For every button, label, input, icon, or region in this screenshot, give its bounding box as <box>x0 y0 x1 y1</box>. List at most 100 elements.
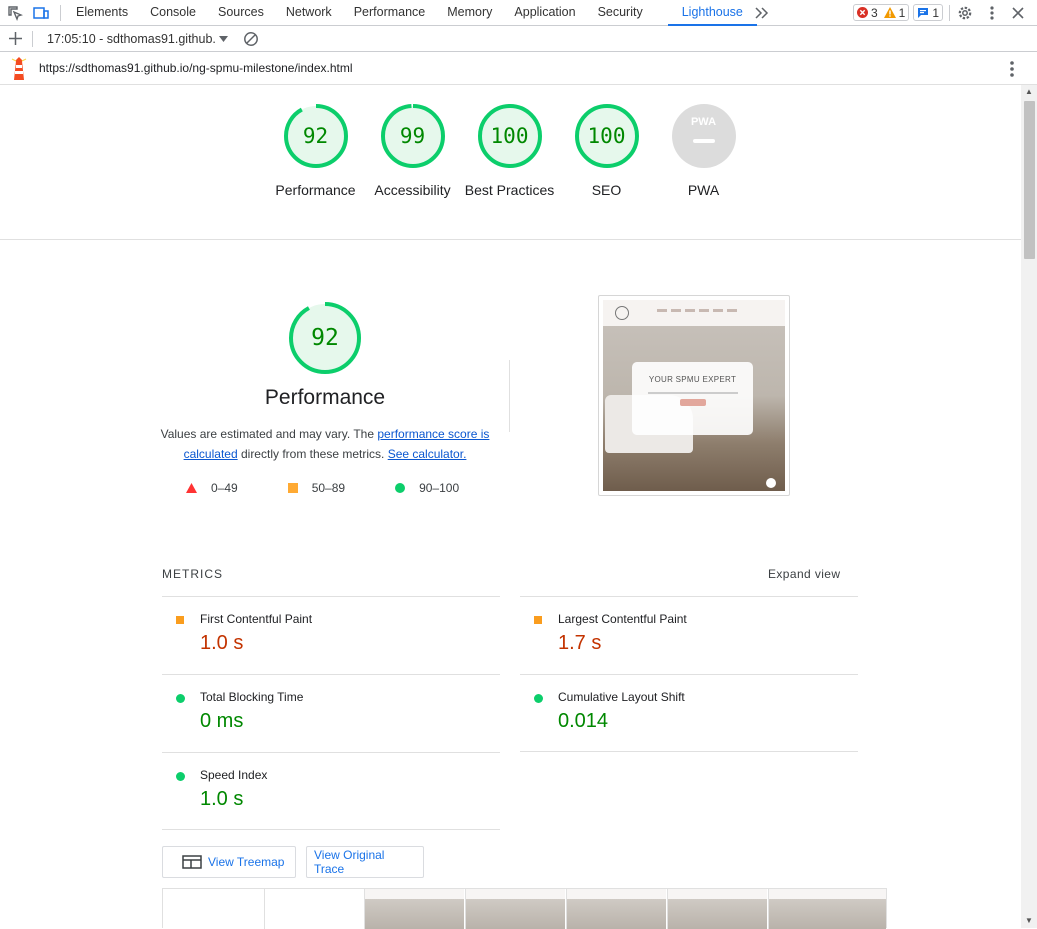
tab-network[interactable]: Network <box>275 0 343 26</box>
tab-elements[interactable]: Elements <box>65 0 139 26</box>
description-text: directly from these metrics. <box>237 447 388 461</box>
triangle-icon <box>186 483 197 493</box>
gauge-performance[interactable]: 92 Performance <box>267 103 364 200</box>
clear-icon[interactable] <box>242 30 260 48</box>
hero-card-title: YOUR SPMU EXPERT <box>648 375 737 384</box>
view-original-trace-button[interactable]: View Original Trace <box>306 846 424 878</box>
category-gauges: 92 Performance 99 Accessibility 100 Best… <box>267 103 752 200</box>
gauge-score: 99 <box>399 124 426 148</box>
gauge-pwa[interactable]: PWA PWA <box>655 103 752 200</box>
pwa-badge-text: PWA <box>690 116 717 128</box>
performance-title: Performance <box>264 386 386 409</box>
gauge-label: Accessibility <box>374 182 451 198</box>
gauge-ring: 100 <box>574 103 640 169</box>
filmstrip-frame <box>566 889 666 929</box>
metric-name: Largest Contentful Paint <box>558 612 687 626</box>
treemap-icon <box>182 855 202 869</box>
performance-description: Values are estimated and may vary. The p… <box>160 424 490 464</box>
tab-security[interactable]: Security <box>587 0 654 26</box>
metric-speed-index: Speed Index 1.0 s <box>162 752 500 830</box>
errors-count: 3 <box>870 5 878 20</box>
section-divider <box>509 360 510 432</box>
close-icon[interactable] <box>1009 4 1027 22</box>
errors-badge[interactable]: 3 1 <box>852 4 910 21</box>
legend-range: 50–89 <box>311 481 346 495</box>
metric-name: Cumulative Layout Shift <box>558 690 685 704</box>
filmstrip-frame <box>768 889 886 929</box>
message-icon <box>918 8 929 18</box>
tab-lighthouse[interactable]: Lighthouse <box>667 0 757 26</box>
error-icon <box>856 7 868 18</box>
gauge-ring: 100 <box>477 103 543 169</box>
tab-application[interactable]: Application <box>503 0 586 26</box>
scroll-top-icon <box>766 478 776 488</box>
toolbar-divider <box>32 30 33 47</box>
tab-memory[interactable]: Memory <box>436 0 503 26</box>
metric-tbt: Total Blocking Time 0 ms <box>162 674 500 752</box>
view-trace-label: View Original Trace <box>314 848 385 876</box>
caret-down-icon <box>218 35 228 42</box>
messages-badge[interactable]: 1 <box>913 4 943 21</box>
legend-fail: 0–49 <box>186 481 238 495</box>
devtools-tab-bar: Elements Console Sources Network Perform… <box>0 0 1037 26</box>
legend-pass: 90–100 <box>395 481 459 495</box>
performance-score: 92 <box>311 325 339 351</box>
gauge-seo[interactable]: 100 SEO <box>558 103 655 200</box>
tab-sources[interactable]: Sources <box>207 0 275 26</box>
warnings-count: 1 <box>898 5 906 20</box>
metric-fcp: First Contentful Paint 1.0 s <box>162 596 500 674</box>
view-treemap-label: View Treemap <box>208 855 285 869</box>
see-calculator-link[interactable]: See calculator. <box>388 447 467 461</box>
gauge-score: 92 <box>302 124 329 148</box>
report-url[interactable]: https://sdthomas91.github.io/ng-spmu-mil… <box>39 61 353 75</box>
gauge-label: Best Practices <box>464 182 555 198</box>
view-treemap-button[interactable]: View Treemap <box>162 846 296 878</box>
gauge-label: PWA <box>687 182 720 198</box>
metric-value: 1.0 s <box>200 788 244 810</box>
gauge-accessibility[interactable]: 99 Accessibility <box>364 103 461 200</box>
scroll-up-icon[interactable]: ▲ <box>1021 85 1037 99</box>
pass-circle-icon <box>176 694 185 703</box>
legend-range: 90–100 <box>419 481 460 495</box>
report-selector-label: 17:05:10 - sdthomas91.github. <box>47 31 216 46</box>
screenshot-navbar <box>603 300 785 326</box>
gauge-best-practices[interactable]: 100 Best Practices <box>461 103 558 200</box>
filmstrip-frame <box>364 889 464 929</box>
metric-name: First Contentful Paint <box>200 612 313 626</box>
inspect-element-icon[interactable] <box>6 4 24 22</box>
metric-value: 0.014 <box>558 710 609 732</box>
tab-console[interactable]: Console <box>139 0 207 26</box>
lighthouse-logo-icon <box>11 56 27 80</box>
tab-performance[interactable]: Performance <box>343 0 437 26</box>
report-scrollbar[interactable]: ▲ ▼ <box>1021 85 1037 928</box>
metric-name: Total Blocking Time <box>200 690 304 704</box>
report-selector[interactable]: 17:05:10 - sdthomas91.github. <box>47 32 228 46</box>
filmstrip-divider <box>264 889 265 929</box>
kebab-menu-icon[interactable] <box>983 4 1001 22</box>
circle-icon <box>395 483 406 493</box>
warning-icon <box>883 7 896 18</box>
more-tabs-icon[interactable] <box>753 4 771 22</box>
metric-name: Speed Index <box>200 768 268 782</box>
metrics-divider <box>162 829 500 830</box>
scrollbar-thumb[interactable] <box>1024 101 1035 259</box>
score-legend: 0–49 50–89 90–100 <box>186 481 509 495</box>
gear-icon[interactable] <box>956 4 974 22</box>
expand-view-toggle[interactable]: Expand view <box>768 567 840 581</box>
site-logo-icon <box>615 306 629 320</box>
gauge-score: 100 <box>490 124 529 148</box>
report-menu-icon[interactable] <box>1010 61 1014 80</box>
plus-icon[interactable] <box>6 30 24 48</box>
metrics-divider <box>520 751 858 752</box>
toolbar-divider <box>949 5 950 21</box>
scroll-down-icon[interactable]: ▼ <box>1021 914 1037 928</box>
hero-card-text <box>647 392 738 394</box>
final-screenshot[interactable]: YOUR SPMU EXPERT <box>598 295 790 496</box>
metrics-header: METRICS <box>162 567 223 581</box>
metric-value: 1.7 s <box>558 632 602 654</box>
issue-badges: 3 1 1 <box>852 4 943 21</box>
square-icon <box>287 483 298 493</box>
report-url-bar: https://sdthomas91.github.io/ng-spmu-mil… <box>0 52 1037 85</box>
description-text: Values are estimated and may vary. The <box>160 427 378 441</box>
device-toolbar-icon[interactable] <box>32 4 50 22</box>
